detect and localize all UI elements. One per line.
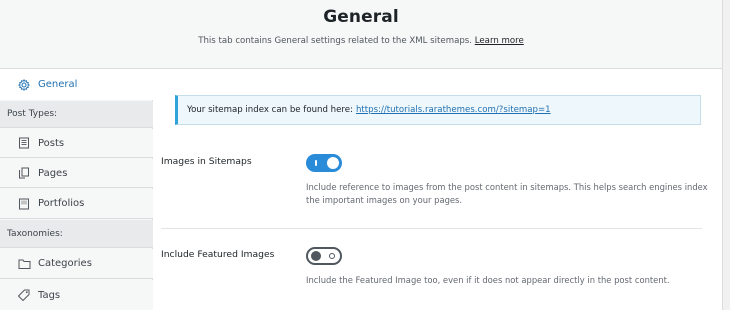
tag-icon [17, 288, 31, 302]
page-description: This tab contains General settings relat… [0, 36, 722, 46]
sidebar-item-pages[interactable]: Pages [0, 159, 153, 188]
sidebar-item-label: Posts [38, 137, 65, 149]
sidebar-heading-taxonomies: Taxonomies: [0, 220, 153, 248]
post-icon [17, 136, 31, 150]
sidebar-item-label: Categories [38, 258, 92, 269]
divider [161, 228, 702, 229]
sidebar-heading-label: Taxonomies: [7, 228, 63, 239]
folder-icon [17, 257, 31, 271]
sitemap-url-link[interactable]: https://tutorials.rarathemes.com/?sitema… [356, 105, 551, 115]
images-in-sitemaps-label: Images in Sitemaps [161, 156, 252, 167]
toggle-knob [327, 157, 339, 169]
images-in-sitemaps-toggle[interactable] [306, 154, 342, 172]
include-featured-images-label: Include Featured Images [161, 249, 275, 260]
sidebar-item-tags[interactable]: Tags [0, 280, 153, 310]
gear-icon [17, 78, 31, 92]
include-featured-images-description: Include the Featured Image too, even if … [306, 275, 670, 285]
page-header: General This tab contains General settin… [0, 0, 722, 69]
sidebar-item-general[interactable]: General [0, 70, 154, 100]
sidebar-item-label: Pages [38, 167, 68, 179]
sidebar-item-portfolios[interactable]: Portfolios [0, 189, 153, 219]
sitemap-notice: Your sitemap index can be found here: ht… [175, 95, 701, 125]
toggle-knob [311, 251, 321, 261]
sidebar-item-categories[interactable]: Categories [0, 249, 153, 279]
sidebar-item-label: General [38, 79, 78, 90]
settings-panel: General This tab contains General settin… [0, 0, 723, 310]
toggle-on-indicator [315, 160, 317, 166]
sidebar-item-posts[interactable]: Posts [0, 129, 153, 158]
page-description-text: This tab contains General settings relat… [198, 36, 473, 46]
main-content: Your sitemap index can be found here: ht… [154, 70, 722, 310]
page-title: General [323, 7, 399, 27]
sidebar-item-label: Portfolios [38, 198, 85, 209]
sidebar: General Post Types: Posts Pages Portfoli… [0, 70, 154, 310]
page-icon [17, 166, 31, 180]
include-featured-images-toggle[interactable] [306, 247, 342, 265]
sidebar-heading-label: Post Types: [7, 109, 58, 119]
toggle-off-indicator [329, 253, 335, 259]
images-in-sitemaps-description: Include reference to images from the pos… [306, 182, 708, 206]
notice-text: Your sitemap index can be found here: [187, 105, 353, 115]
sidebar-heading-post-types: Post Types: [0, 101, 153, 128]
learn-more-link[interactable]: Learn more [475, 36, 524, 46]
sidebar-item-label: Tags [38, 289, 61, 301]
portfolio-icon [17, 197, 31, 211]
